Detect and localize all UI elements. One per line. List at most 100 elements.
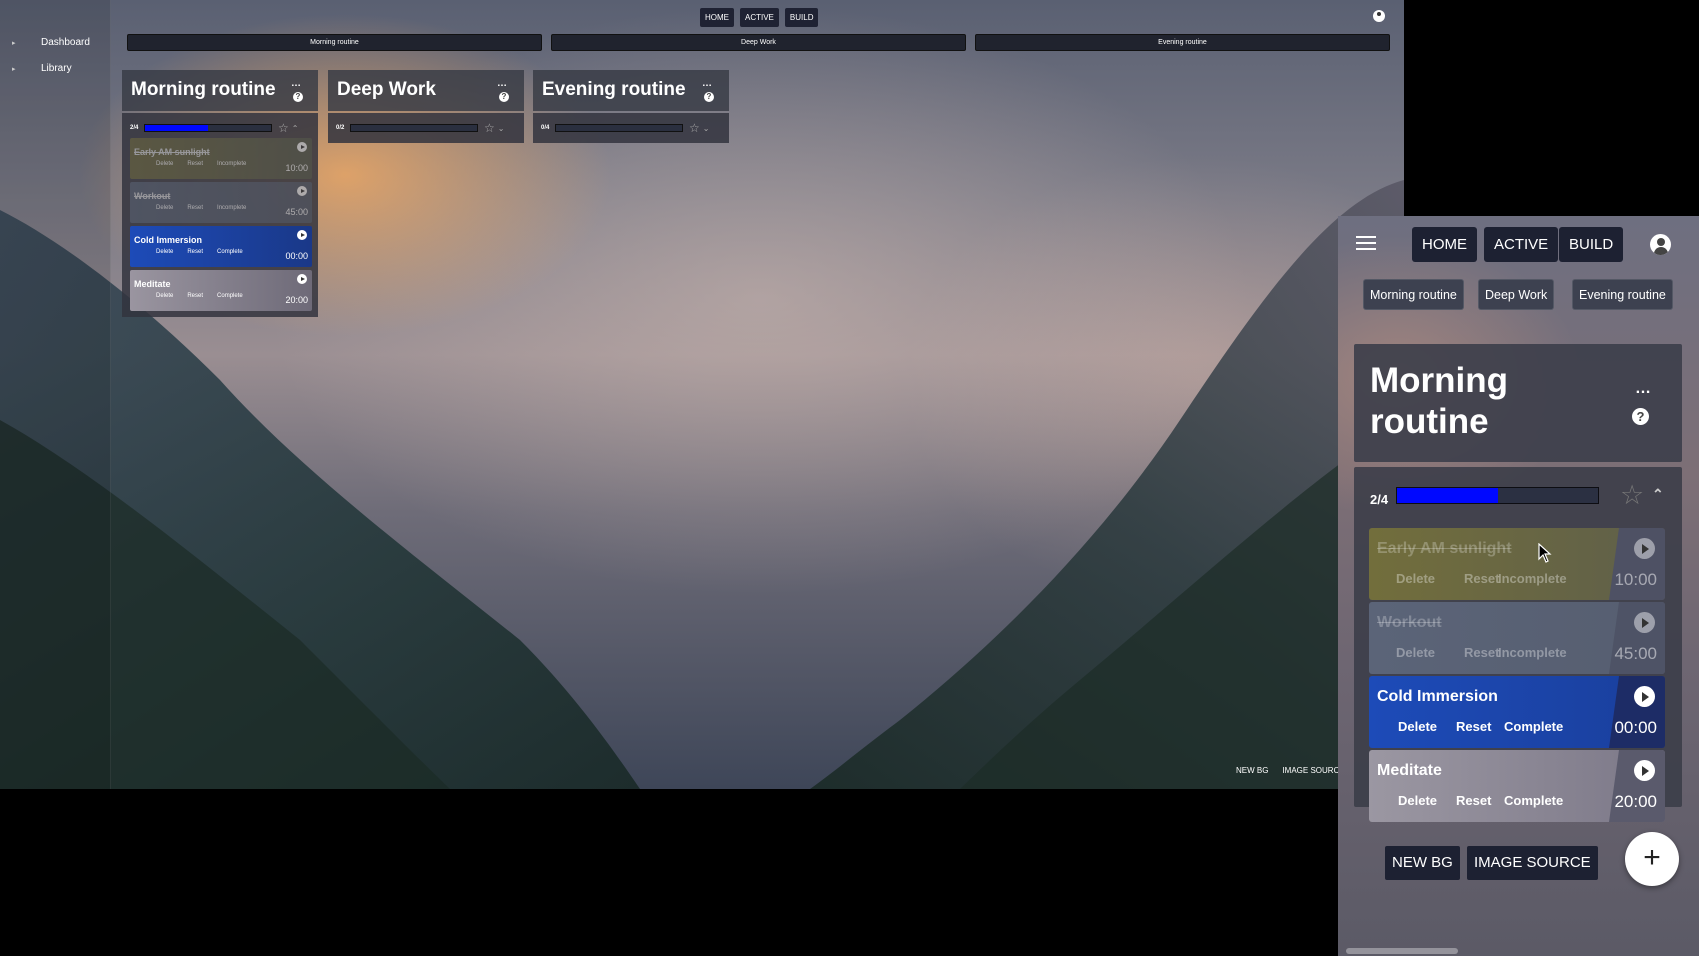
- mobile-top-bar: HOME ACTIVE BUILD: [1338, 216, 1699, 272]
- add-task-plus-icon[interactable]: +: [1625, 832, 1679, 886]
- chevron-up-icon[interactable]: ⌃: [1652, 486, 1664, 503]
- play-icon[interactable]: [297, 230, 307, 240]
- routine-column-deep-work: Deep Work … ? 0/2 ☆ ⌄: [328, 70, 524, 143]
- play-icon[interactable]: [1634, 538, 1655, 559]
- routine-column-morning: Morning routine … ? 2/4 ☆ ⌃ Early AM sun…: [122, 70, 318, 317]
- incomplete-button[interactable]: Incomplete: [217, 205, 246, 211]
- delete-button[interactable]: Delete: [156, 293, 173, 299]
- active-button[interactable]: ACTIVE: [1484, 227, 1559, 262]
- sidebar: ▸ Dashboard ▸ Library: [0, 0, 111, 789]
- tab-morning-routine[interactable]: Morning routine: [1363, 279, 1464, 310]
- user-account-icon[interactable]: [1650, 234, 1671, 255]
- play-icon[interactable]: [297, 186, 307, 196]
- reset-button[interactable]: Reset: [187, 161, 203, 167]
- incomplete-button[interactable]: Incomplete: [1498, 571, 1567, 586]
- task-card[interactable]: Cold Immersion Delete Reset Complete 00:…: [1369, 676, 1665, 748]
- delete-button[interactable]: Delete: [1396, 645, 1435, 660]
- more-dots-icon[interactable]: …: [497, 78, 507, 89]
- complete-button[interactable]: Complete: [1504, 793, 1563, 808]
- hamburger-menu-icon[interactable]: [1356, 236, 1376, 250]
- tab-evening-routine[interactable]: Evening routine: [1572, 279, 1673, 310]
- build-button[interactable]: BUILD: [1559, 227, 1624, 262]
- chevron-down-icon[interactable]: ⌄: [703, 124, 710, 133]
- sidebar-item-library[interactable]: ▸ Library: [12, 63, 72, 74]
- task-time: 00:00: [285, 251, 308, 261]
- complete-button[interactable]: Complete: [1504, 719, 1563, 734]
- active-button[interactable]: ACTIVE: [740, 8, 779, 27]
- star-icon[interactable]: ☆: [1620, 480, 1644, 511]
- tab-deep-work[interactable]: Deep Work: [551, 34, 966, 51]
- image-source-button[interactable]: IMAGE SOURCE: [1467, 846, 1598, 880]
- task-name: Workout: [134, 191, 171, 201]
- task-card[interactable]: Early AM sunlight Delete Reset Incomplete …: [130, 138, 312, 179]
- incomplete-button[interactable]: Incomplete: [1498, 645, 1567, 660]
- star-icon[interactable]: ☆: [689, 121, 700, 135]
- reset-button[interactable]: Reset: [1464, 571, 1499, 586]
- image-source-button[interactable]: IMAGE SOURC: [1282, 766, 1339, 775]
- reset-button[interactable]: Reset: [1456, 719, 1491, 734]
- incomplete-button[interactable]: Incomplete: [217, 161, 246, 167]
- delete-button[interactable]: Delete: [156, 161, 173, 167]
- reset-button[interactable]: Reset: [1464, 645, 1499, 660]
- play-icon[interactable]: [1634, 686, 1655, 707]
- delete-button[interactable]: Delete: [1396, 571, 1435, 586]
- help-icon[interactable]: ?: [1632, 408, 1649, 425]
- task-name: Early AM sunlight: [1377, 540, 1512, 557]
- routine-header: Morning routine … ?: [1354, 344, 1682, 462]
- more-dots-icon[interactable]: …: [1635, 380, 1651, 398]
- task-time: 45:00: [1614, 644, 1657, 663]
- chevron-down-icon[interactable]: ⌄: [498, 124, 505, 133]
- task-card[interactable]: Early AM sunlight Delete Reset Incomplet…: [1369, 528, 1665, 600]
- task-name: Workout: [1377, 614, 1442, 631]
- top-nav: HOME ACTIVE BUILD: [700, 8, 819, 27]
- task-card[interactable]: Workout Delete Reset Incomplete 45:00: [1369, 602, 1665, 674]
- task-card[interactable]: Workout Delete Reset Incomplete 45:00: [130, 182, 312, 223]
- mobile-app-view: HOME ACTIVE BUILD Morning routine Deep W…: [1338, 216, 1699, 956]
- chevron-up-icon[interactable]: ⌃: [292, 124, 299, 133]
- horizontal-scrollbar[interactable]: [1346, 948, 1458, 954]
- new-bg-button[interactable]: NEW BG: [1236, 766, 1268, 775]
- more-dots-icon[interactable]: …: [702, 78, 712, 89]
- reset-button[interactable]: Reset: [187, 205, 203, 211]
- task-time: 00:00: [1614, 718, 1657, 737]
- play-icon[interactable]: [297, 274, 307, 284]
- task-card[interactable]: Meditate Delete Reset Complete 20:00: [1369, 750, 1665, 822]
- reset-button[interactable]: Reset: [187, 249, 203, 255]
- help-icon[interactable]: ?: [704, 92, 714, 102]
- tab-deep-work[interactable]: Deep Work: [1478, 279, 1555, 310]
- help-icon[interactable]: ?: [499, 92, 509, 102]
- delete-button[interactable]: Delete: [1398, 793, 1437, 808]
- play-icon[interactable]: [297, 142, 307, 152]
- sidebar-item-dashboard[interactable]: ▸ Dashboard: [12, 37, 90, 48]
- task-time: 10:00: [1614, 570, 1657, 589]
- play-icon[interactable]: [1634, 612, 1655, 633]
- play-icon[interactable]: [1634, 760, 1655, 781]
- user-account-icon[interactable]: [1373, 10, 1385, 22]
- reset-button[interactable]: Reset: [1456, 793, 1491, 808]
- delete-button[interactable]: Delete: [1398, 719, 1437, 734]
- task-time: 20:00: [285, 295, 308, 305]
- routine-header: Morning routine … ?: [122, 70, 318, 111]
- tab-evening-routine[interactable]: Evening routine: [975, 34, 1390, 51]
- tab-morning-routine[interactable]: Morning routine: [127, 34, 542, 51]
- task-name: Meditate: [134, 279, 171, 289]
- home-button[interactable]: HOME: [1412, 227, 1477, 262]
- delete-button[interactable]: Delete: [156, 249, 173, 255]
- routine-column-evening: Evening routine … ? 0/4 ☆ ⌄: [533, 70, 729, 143]
- complete-button[interactable]: Complete: [217, 293, 243, 299]
- task-card[interactable]: Cold Immersion Delete Reset Complete 00:00: [130, 226, 312, 267]
- complete-button[interactable]: Complete: [217, 249, 243, 255]
- reset-button[interactable]: Reset: [187, 293, 203, 299]
- task-card[interactable]: Meditate Delete Reset Complete 20:00: [130, 270, 312, 311]
- help-icon[interactable]: ?: [293, 92, 303, 102]
- task-time: 10:00: [285, 163, 308, 173]
- star-icon[interactable]: ☆: [278, 121, 289, 135]
- build-button[interactable]: BUILD: [784, 8, 819, 27]
- more-dots-icon[interactable]: …: [291, 78, 301, 89]
- star-icon[interactable]: ☆: [484, 121, 495, 135]
- delete-button[interactable]: Delete: [156, 205, 173, 211]
- progress-row: 2/4 ☆ ⌃: [130, 121, 312, 135]
- progress-bar: [144, 124, 272, 132]
- new-bg-button[interactable]: NEW BG: [1385, 846, 1460, 880]
- home-button[interactable]: HOME: [700, 8, 734, 27]
